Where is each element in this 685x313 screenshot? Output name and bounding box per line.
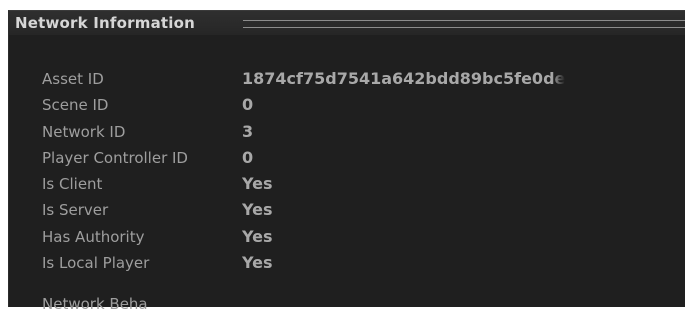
scene-id-label: Scene ID	[42, 96, 109, 115]
is-server-value: Yes	[242, 200, 273, 220]
info-row-network-id: Network ID 3	[9, 120, 685, 146]
is-server-label: Is Server	[42, 201, 109, 220]
asset-id-label: Asset ID	[42, 70, 104, 88]
asset-id-value: 1874cf75d7541a642bdd89bc5fe0de	[242, 69, 566, 88]
info-row-asset-id: Asset ID 1874cf75d7541a642bdd89bc5fe0de	[9, 67, 685, 93]
is-local-player-value: Yes	[242, 253, 273, 273]
scene-id-value: 0	[242, 95, 254, 115]
is-local-player-label: Is Local Player	[42, 254, 150, 273]
info-row-player-controller-id: Player Controller ID 0	[9, 146, 685, 172]
has-authority-label: Has Authority	[42, 227, 145, 246]
info-row-is-client: Is Client Yes	[9, 172, 685, 198]
has-authority-value: Yes	[242, 226, 273, 246]
network-behaviours-foldout[interactable]: Network Beha	[42, 295, 148, 313]
panel-title: Network Information	[15, 14, 195, 32]
is-client-label: Is Client	[42, 175, 103, 194]
info-row-scene-id: Scene ID 0	[9, 93, 685, 119]
player-controller-id-label: Player Controller ID	[42, 148, 188, 167]
network-id-value: 3	[242, 121, 254, 141]
player-controller-id-value: 0	[242, 147, 254, 167]
header-divider	[243, 20, 685, 28]
info-row-is-server: Is Server Yes	[9, 198, 685, 224]
network-information-panel: Network Information Asset ID 1874cf75d75…	[8, 10, 685, 313]
info-row-is-local-player: Is Local Player Yes	[9, 251, 685, 277]
info-list: Asset ID 1874cf75d7541a642bdd89bc5fe0de …	[9, 67, 685, 277]
panel-header[interactable]: Network Information	[9, 11, 685, 35]
info-row-has-authority: Has Authority Yes	[9, 225, 685, 251]
is-client-value: Yes	[242, 174, 273, 194]
network-id-label: Network ID	[42, 122, 126, 141]
